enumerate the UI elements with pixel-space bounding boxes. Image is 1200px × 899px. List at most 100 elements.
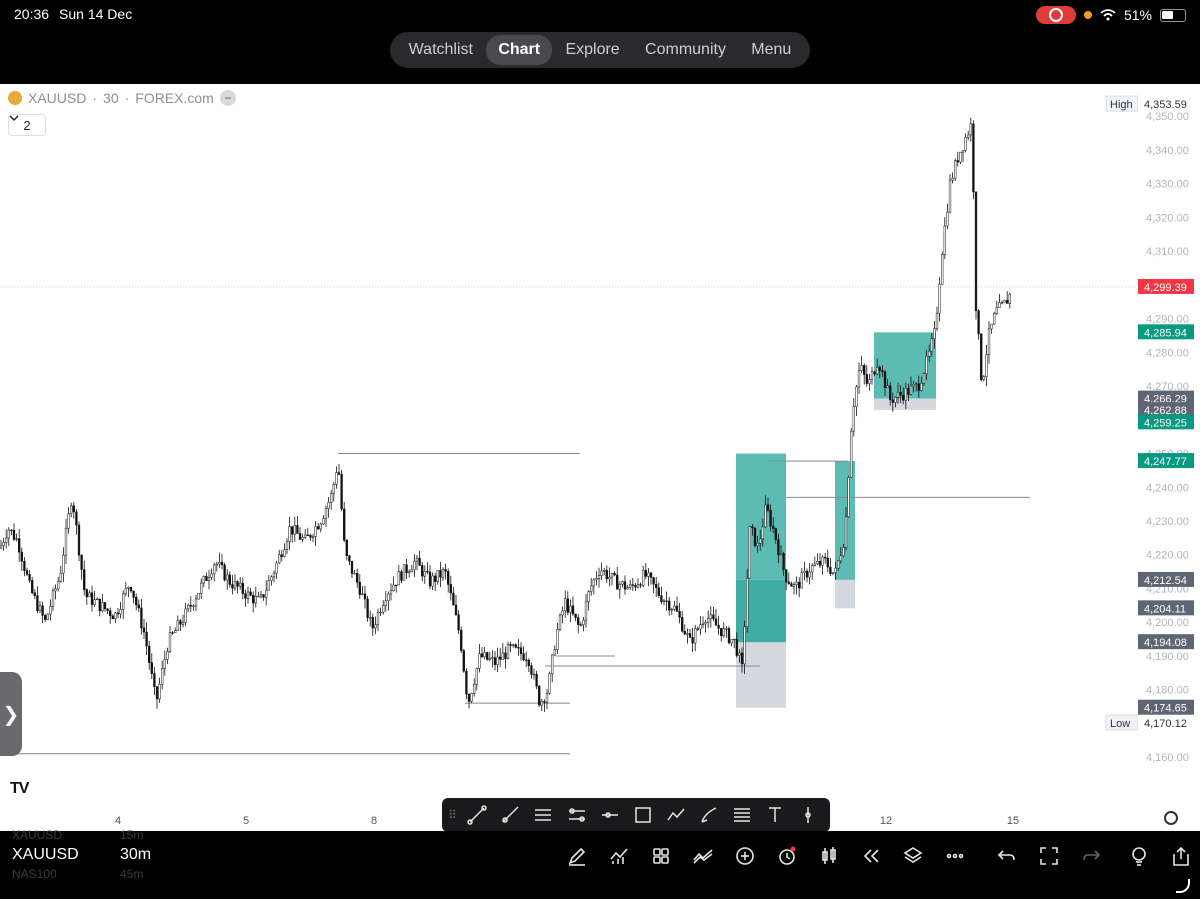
candle-body [462, 650, 465, 672]
candle-body [41, 605, 44, 616]
candle-body [517, 647, 520, 649]
ray-icon[interactable] [495, 801, 526, 829]
candle-body [488, 658, 491, 660]
candle-body [223, 564, 226, 581]
candle-body [779, 553, 783, 556]
candle-body [33, 592, 36, 596]
brush-icon[interactable] [694, 801, 725, 829]
fullscreen-icon[interactable] [1028, 843, 1070, 869]
candle-body [12, 529, 16, 540]
candle-body [103, 602, 107, 610]
tab-chart[interactable]: Chart [486, 35, 553, 65]
indicators-toggle[interactable]: 2 [8, 114, 46, 136]
indicators-icon[interactable] [598, 843, 640, 869]
prev-symbol[interactable]: XAUUSD [12, 828, 62, 842]
candle-body [184, 608, 187, 623]
symbol-selector[interactable]: XAUUSD [12, 846, 79, 864]
candle-body [759, 538, 762, 544]
zone-2-stop[interactable] [835, 579, 855, 609]
pencil-icon[interactable] [556, 843, 598, 869]
share-icon[interactable] [1160, 843, 1200, 869]
candle-body [743, 626, 746, 665]
candle-body [621, 581, 624, 585]
path-icon[interactable] [660, 801, 691, 829]
rectangle-icon[interactable] [627, 801, 658, 829]
tab-watchlist[interactable]: Watchlist [397, 35, 485, 65]
candle-body [837, 560, 840, 569]
candle-body [774, 528, 777, 540]
candle-body [857, 370, 861, 388]
tab-menu[interactable]: Menu [739, 35, 803, 65]
tab-community[interactable]: Community [633, 35, 738, 65]
candle-body [769, 509, 772, 527]
candle-body [678, 611, 681, 618]
candle-body [75, 511, 78, 526]
replay-icon[interactable] [850, 843, 892, 869]
redo-icon[interactable] [1070, 843, 1112, 869]
chart-settings-icon[interactable] [1164, 811, 1178, 825]
candle-body [928, 350, 931, 357]
candle-body [189, 605, 192, 607]
candle-body [36, 595, 39, 612]
more-icon[interactable] [934, 843, 976, 869]
next-symbol[interactable]: NAS100 [12, 867, 57, 881]
compare-icon[interactable] [682, 843, 724, 869]
add-icon[interactable] [724, 843, 766, 869]
candle-body [990, 323, 993, 330]
vertical-line-icon[interactable] [793, 801, 824, 829]
candle-body [153, 673, 156, 687]
regression-icon[interactable] [561, 801, 592, 829]
prev-interval[interactable]: 15m [120, 828, 143, 842]
candle-body [447, 571, 450, 585]
expand-sidebar-button[interactable]: ❯ [0, 672, 22, 756]
candle-body [441, 569, 445, 578]
screen-recording-icon[interactable] [1035, 6, 1076, 24]
candle-body [777, 539, 780, 556]
candle-body [525, 659, 528, 661]
candle-body [72, 505, 75, 513]
candle-body [870, 371, 874, 380]
candle-body [434, 575, 437, 582]
undo-icon[interactable] [986, 843, 1028, 869]
candle-body [727, 628, 731, 644]
candle-type-icon[interactable] [808, 843, 850, 869]
interval-selector[interactable]: 30m [120, 846, 151, 864]
chart-canvas[interactable]: 4,160.004,170.004,180.004,190.004,200.00… [0, 84, 1200, 831]
text-icon[interactable] [760, 801, 791, 829]
y-axis-tick-label: 4,310.00 [1146, 246, 1189, 258]
candle-body [7, 529, 10, 539]
idea-icon[interactable] [1118, 843, 1160, 869]
trend-line-icon[interactable] [462, 801, 493, 829]
candle-body [876, 367, 879, 375]
tab-explore[interactable]: Explore [553, 35, 631, 65]
layout-grid-icon[interactable] [640, 843, 682, 869]
candle-body [891, 399, 894, 403]
next-interval[interactable]: 45m [120, 867, 143, 881]
candle-body [704, 622, 707, 625]
candle-body [935, 312, 939, 329]
collapse-legend-icon[interactable]: − [219, 90, 236, 106]
chevron-right-icon: ❯ [2, 703, 20, 726]
candle-body [626, 587, 629, 590]
candle-body [616, 574, 619, 590]
chart-legend[interactable]: XAUUSD · 30 · FOREX.com − [8, 90, 236, 106]
candle-body [636, 584, 640, 588]
candle-body [686, 633, 689, 635]
candle-body [454, 604, 458, 615]
price-chart[interactable]: 4,160.004,170.004,180.004,190.004,200.00… [0, 84, 1200, 831]
candle-body [574, 613, 577, 618]
candle-body [0, 545, 3, 549]
horizontal-line-icon[interactable] [594, 801, 625, 829]
candle-body [493, 657, 497, 665]
drag-handle-icon[interactable]: ⠿ [448, 808, 460, 822]
alert-icon[interactable] [766, 843, 808, 869]
candle-body [954, 160, 957, 179]
fib-icon[interactable] [727, 801, 758, 829]
candle-body [382, 605, 385, 613]
layers-icon[interactable] [892, 843, 934, 869]
parallel-channel-icon[interactable] [528, 801, 559, 829]
candle-body [371, 617, 374, 629]
candle-body [444, 569, 447, 572]
candle-body [246, 591, 250, 599]
candle-body [522, 653, 525, 661]
